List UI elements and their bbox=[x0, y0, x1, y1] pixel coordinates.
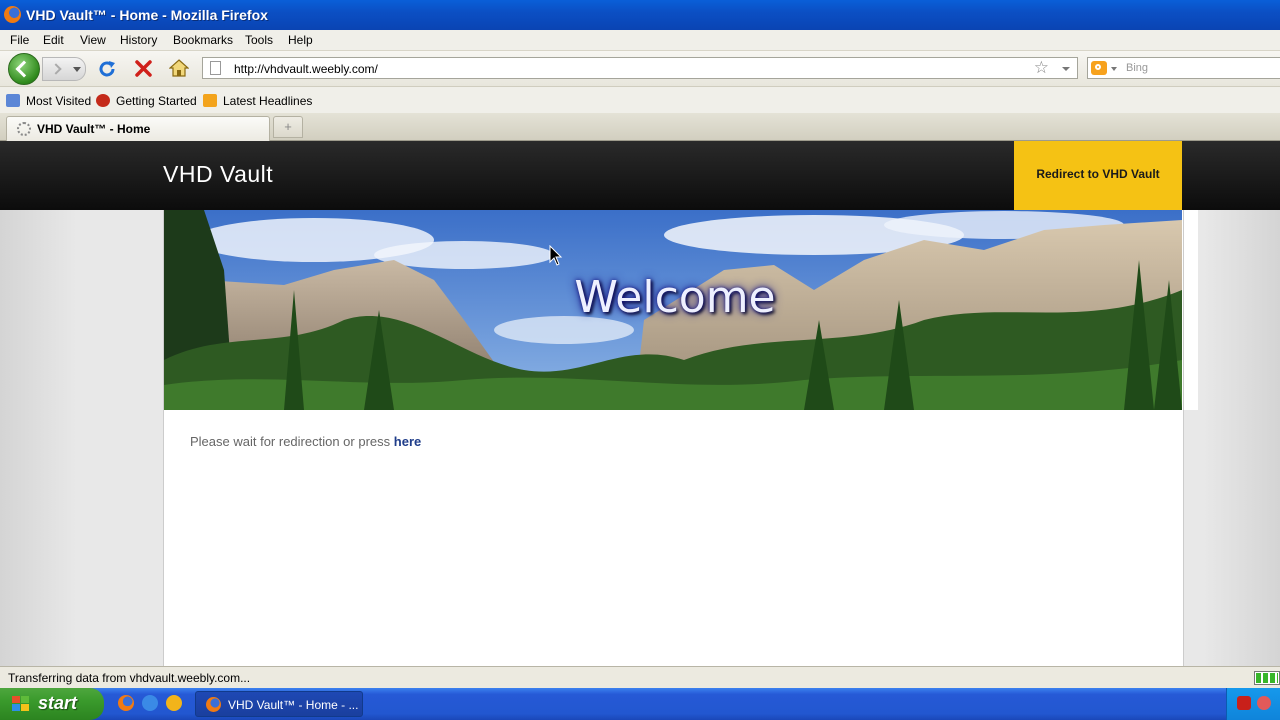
windows-taskbar: start VHD Vault™ - Home - ... bbox=[0, 688, 1280, 720]
url-bar[interactable]: http://vhdvault.weebly.com/ ☆ bbox=[202, 57, 1078, 79]
menu-bookmarks[interactable]: Bookmarks bbox=[173, 33, 233, 47]
progress-indicator bbox=[1254, 671, 1280, 685]
redirect-message: Please wait for redirection or press her… bbox=[190, 434, 421, 449]
windows-flag-icon bbox=[12, 696, 30, 712]
url-text[interactable]: http://vhdvault.weebly.com/ bbox=[234, 62, 378, 76]
forward-arrow-icon bbox=[50, 63, 62, 75]
here-link[interactable]: here bbox=[394, 434, 421, 449]
start-button[interactable]: start bbox=[0, 688, 104, 720]
site-brand[interactable]: VHD Vault bbox=[163, 161, 273, 188]
antivirus-tray-icon[interactable] bbox=[1237, 696, 1251, 710]
start-label: start bbox=[38, 693, 78, 713]
loading-spinner-icon bbox=[17, 122, 31, 136]
bookmark-star-icon[interactable]: ☆ bbox=[1034, 58, 1049, 78]
menu-tools[interactable]: Tools bbox=[245, 33, 273, 47]
firefox-icon bbox=[206, 697, 221, 712]
firefox-quicklaunch-icon[interactable] bbox=[118, 695, 134, 711]
menu-edit[interactable]: Edit bbox=[43, 33, 64, 47]
tab-vhd-vault-home[interactable]: VHD Vault™ - Home bbox=[6, 116, 270, 141]
page-body: Welcome Please wait for redirection or p… bbox=[163, 210, 1184, 666]
mouse-cursor-icon bbox=[549, 245, 563, 266]
taskbar-firefox-window[interactable]: VHD Vault™ - Home - ... bbox=[195, 691, 363, 717]
ie-quicklaunch-icon[interactable] bbox=[142, 695, 158, 711]
reload-icon[interactable] bbox=[97, 59, 117, 79]
search-placeholder: Bing bbox=[1126, 62, 1149, 74]
status-text: Transferring data from vhdvault.weebly.c… bbox=[8, 671, 251, 685]
bing-engine-icon[interactable] bbox=[1091, 61, 1107, 75]
welcome-heading: Welcome bbox=[574, 272, 776, 323]
rss-icon bbox=[203, 94, 217, 107]
network-tray-icon[interactable] bbox=[1257, 696, 1271, 710]
back-button[interactable] bbox=[8, 53, 40, 85]
menu-bar: File Edit View History Bookmarks Tools H… bbox=[0, 30, 1280, 51]
web-content: VHD Vault Redirect to VHD Vault Welcome … bbox=[0, 141, 1280, 666]
media-player-quicklaunch-icon[interactable] bbox=[166, 695, 182, 711]
window-titlebar[interactable]: VHD Vault™ - Home - Mozilla Firefox bbox=[0, 0, 1280, 30]
firefox-logo-icon bbox=[96, 94, 110, 107]
bookmarks-toolbar: Most Visited Getting Started Latest Head… bbox=[0, 87, 1280, 113]
banner-image: Welcome bbox=[164, 210, 1182, 410]
menu-file[interactable]: File bbox=[10, 33, 29, 47]
taskbar-window-label: VHD Vault™ - Home - ... bbox=[228, 698, 359, 712]
search-bar[interactable]: Bing bbox=[1087, 57, 1280, 79]
page-icon bbox=[210, 61, 221, 75]
menu-history[interactable]: History bbox=[120, 33, 157, 47]
status-bar: Transferring data from vhdvault.weebly.c… bbox=[0, 666, 1280, 689]
site-header: VHD Vault Redirect to VHD Vault bbox=[0, 141, 1280, 210]
window-title: VHD Vault™ - Home - Mozilla Firefox bbox=[26, 7, 268, 23]
menu-help[interactable]: Help bbox=[288, 33, 313, 47]
home-icon[interactable] bbox=[169, 59, 189, 77]
folder-icon bbox=[6, 94, 20, 107]
page-shadow bbox=[1182, 210, 1198, 410]
system-tray bbox=[1226, 688, 1280, 720]
progress-fill bbox=[1256, 673, 1278, 683]
url-dropdown-icon[interactable] bbox=[1062, 67, 1070, 71]
redirect-message-text: Please wait for redirection or press bbox=[190, 434, 391, 449]
firefox-icon bbox=[4, 6, 21, 23]
engine-dropdown-icon[interactable] bbox=[1111, 67, 1117, 71]
redirect-button[interactable]: Redirect to VHD Vault bbox=[1014, 141, 1182, 210]
forward-button[interactable] bbox=[42, 57, 86, 81]
menu-view[interactable]: View bbox=[80, 33, 106, 47]
history-dropdown-icon[interactable] bbox=[73, 67, 81, 72]
stop-icon[interactable] bbox=[134, 59, 153, 78]
new-tab-button[interactable]: + bbox=[273, 116, 303, 138]
tab-label: VHD Vault™ - Home bbox=[37, 122, 151, 136]
